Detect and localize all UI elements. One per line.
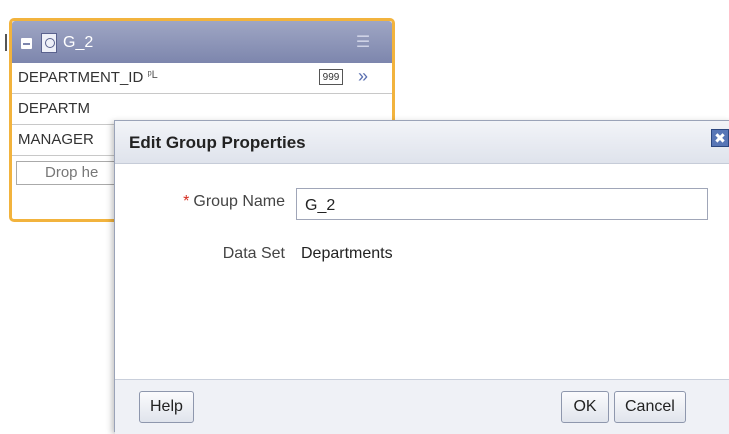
close-icon[interactable]: ✖ bbox=[711, 129, 729, 147]
number-type-icon: 999 bbox=[319, 69, 343, 85]
group-name-label: * Group Name bbox=[183, 193, 285, 210]
group-icon bbox=[41, 33, 57, 53]
data-set-label: Data Set bbox=[222, 245, 285, 262]
key-icon: ᵖL bbox=[147, 69, 158, 81]
group-name-input[interactable] bbox=[296, 188, 708, 220]
field-name: DEPARTMENT_ID bbox=[18, 69, 144, 86]
group-header[interactable]: G_2 ☰ bbox=[12, 21, 392, 63]
text-cursor bbox=[5, 34, 7, 51]
field-name: DEPARTM bbox=[18, 100, 90, 117]
field-name: MANAGER bbox=[18, 131, 94, 148]
edit-group-properties-dialog: Edit Group Properties ✖ *Group Name Data… bbox=[114, 120, 729, 434]
collapse-icon[interactable] bbox=[21, 38, 32, 49]
data-set-value: Departments bbox=[301, 245, 393, 262]
group-title: G_2 bbox=[63, 34, 94, 51]
expand-chevron-icon[interactable]: » bbox=[358, 66, 368, 87]
menu-icon[interactable]: ☰ bbox=[354, 35, 372, 51]
cancel-button[interactable]: Cancel bbox=[614, 391, 686, 423]
help-button[interactable]: Help bbox=[139, 391, 194, 423]
dialog-titlebar[interactable]: Edit Group Properties ✖ bbox=[115, 121, 729, 164]
required-marker: * bbox=[183, 193, 190, 210]
field-row-department-id[interactable]: DEPARTMENT_ID ᵖL 999 » bbox=[12, 63, 392, 94]
dialog-footer: Help OK Cancel bbox=[115, 379, 729, 434]
ok-button[interactable]: OK bbox=[561, 391, 609, 423]
dialog-title: Edit Group Properties bbox=[129, 133, 306, 152]
